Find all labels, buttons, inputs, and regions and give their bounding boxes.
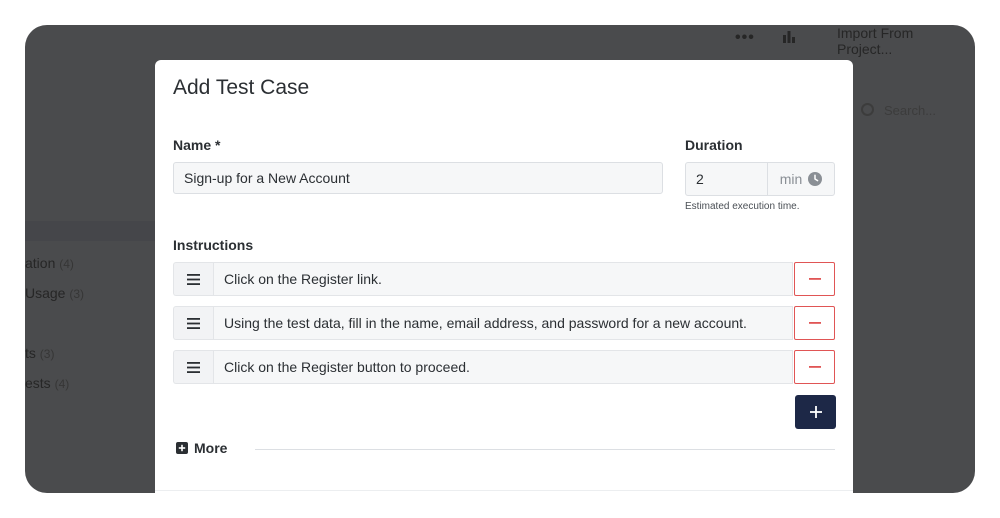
instruction-step: Click on the Register button to proceed. bbox=[173, 350, 835, 384]
background-sidebar-item: ts (3) bbox=[25, 345, 54, 361]
drag-handle[interactable] bbox=[173, 350, 213, 384]
instruction-text[interactable]: Using the test data, fill in the name, e… bbox=[213, 306, 793, 340]
sidebar-item-label: Usage bbox=[25, 285, 66, 301]
search-placeholder: Search... bbox=[884, 103, 937, 118]
background-sidebar-item: ation (4) bbox=[25, 255, 74, 271]
more-label: More bbox=[194, 440, 228, 456]
name-label: Name * bbox=[173, 137, 221, 153]
more-options-icon: ••• bbox=[735, 29, 755, 46]
minus-icon bbox=[808, 278, 821, 280]
sidebar-item-label: ests bbox=[25, 375, 51, 391]
drag-handle[interactable] bbox=[173, 262, 213, 296]
duration-input-group: min bbox=[685, 162, 835, 196]
duration-label: Duration bbox=[685, 137, 743, 153]
background-sidebar-item: Usage (3) bbox=[25, 285, 84, 301]
duration-unit: min bbox=[779, 171, 803, 187]
minus-icon bbox=[808, 322, 821, 324]
background-search: Search... bbox=[861, 103, 936, 118]
dialog-title: Add Test Case bbox=[173, 76, 310, 99]
background-sidebar-highlight bbox=[25, 221, 155, 241]
more-divider bbox=[255, 449, 835, 450]
sidebar-item-count: (4) bbox=[54, 377, 70, 391]
plus-icon bbox=[809, 406, 822, 418]
bar-chart-icon bbox=[783, 31, 795, 43]
remove-step-button[interactable] bbox=[794, 306, 835, 340]
instruction-step: Using the test data, fill in the name, e… bbox=[173, 306, 835, 340]
sidebar-item-count: (3) bbox=[69, 287, 85, 301]
instruction-text[interactable]: Click on the Register link. bbox=[213, 262, 793, 296]
minus-icon bbox=[808, 366, 821, 368]
sidebar-item-label: ation bbox=[25, 255, 56, 271]
sidebar-item-label: ts bbox=[25, 345, 36, 361]
duration-unit-addon: min bbox=[768, 163, 834, 195]
background-toolbar: ••• Import From Project... bbox=[25, 25, 975, 60]
drag-handle-icon bbox=[187, 361, 200, 373]
drag-handle[interactable] bbox=[173, 306, 213, 340]
instructions-label: Instructions bbox=[173, 237, 254, 253]
search-icon bbox=[861, 103, 874, 116]
sidebar-item-count: (4) bbox=[59, 257, 74, 271]
dialog-footer-divider bbox=[155, 490, 853, 491]
add-test-case-dialog: Add Test Case Name * Duration min Estima… bbox=[155, 60, 853, 500]
drag-handle-icon bbox=[187, 273, 200, 285]
remove-step-button[interactable] bbox=[794, 262, 835, 296]
clock-icon bbox=[808, 172, 823, 186]
instruction-text[interactable]: Click on the Register button to proceed. bbox=[213, 350, 793, 384]
drag-handle-icon bbox=[187, 317, 200, 329]
more-toggle[interactable]: More bbox=[176, 440, 227, 456]
remove-step-button[interactable] bbox=[794, 350, 835, 384]
name-input[interactable] bbox=[173, 162, 663, 194]
plus-square-icon bbox=[176, 442, 188, 454]
duration-input[interactable] bbox=[686, 163, 768, 195]
sidebar-item-count: (3) bbox=[39, 347, 55, 361]
import-from-project-button: Import From Project... bbox=[837, 25, 914, 57]
duration-help-text: Estimated execution time. bbox=[685, 201, 800, 212]
background-sidebar-item: ests (4) bbox=[25, 375, 69, 391]
add-step-button[interactable] bbox=[795, 395, 836, 429]
instruction-step: Click on the Register link. bbox=[173, 262, 835, 296]
